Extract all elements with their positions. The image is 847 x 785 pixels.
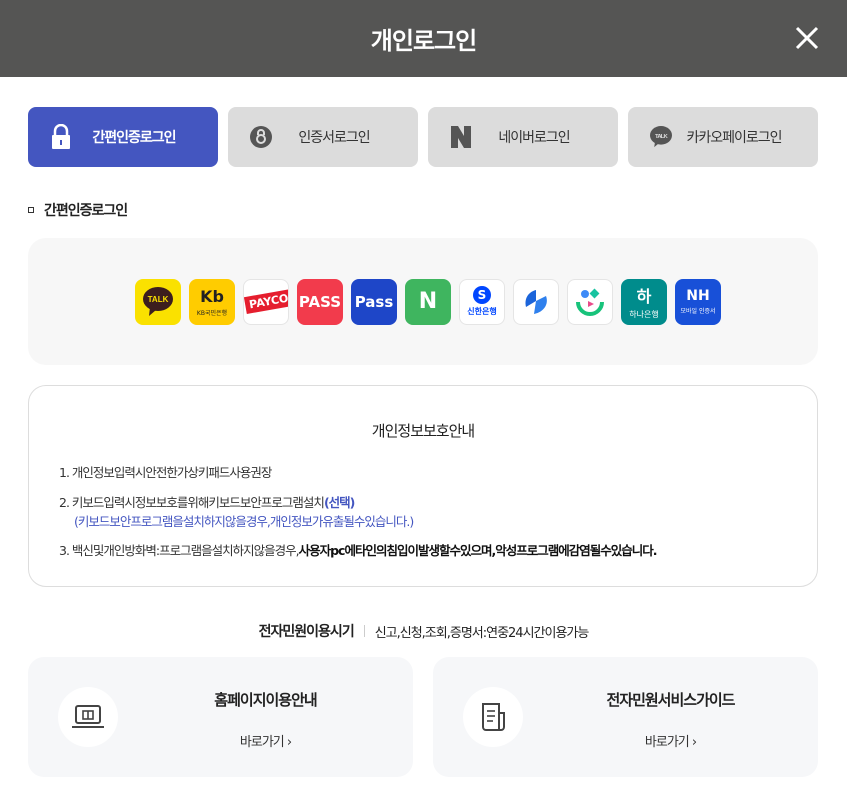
hours-text: 신고,신청,조회,증명서:연중24시간이용가능 [374, 625, 590, 641]
eservice-guide-card[interactable]: 전자민원서비스가이드 바로가기 › [433, 657, 818, 777]
hours-title: 전자민원이용시기 [258, 624, 355, 640]
provider-kb[interactable]: Kb KB국민은행 [189, 278, 235, 325]
provider-banksalad[interactable] [567, 278, 613, 325]
tab-label: 인증서로그인 [298, 130, 370, 146]
nh-logo: NH [686, 288, 710, 304]
provider-list: TALK Kb KB국민은행 PAYCO PASS Pass N S 신한은행 … [28, 238, 818, 365]
tab-label: 카카오페이로그인 [686, 130, 782, 146]
provider-pass-blue[interactable]: Pass [351, 278, 397, 325]
lock-icon [50, 124, 72, 150]
kb-logo: Kb [200, 286, 224, 306]
section-title: 간편인증로그인 [44, 203, 128, 219]
item-subtext: (키보드보안프로그램을설치하지않을경우,개인정보가유출될수있습니다.) [74, 514, 414, 529]
shinhan-logo: S [473, 286, 491, 304]
item-number: 2. [59, 495, 70, 510]
item-number: 1. [59, 465, 70, 480]
privacy-item: 1. 개인정보입력시안전한가상키패드사용권장 [59, 463, 817, 483]
card-title: 전자민원서비스가이드 [606, 691, 735, 709]
item-number: 3. [59, 543, 70, 558]
kakao-talk-icon: TALK [650, 124, 672, 150]
item-text: 개인정보입력시안전한가상키패드사용권장 [71, 465, 273, 480]
banksalad-icon [576, 288, 604, 316]
provider-naver[interactable]: N [405, 278, 451, 325]
homepage-guide-card[interactable]: 홈페이지이용안내 바로가기 › [28, 657, 413, 777]
provider-nh[interactable]: NH 모바일 인증서 [675, 278, 721, 325]
pass-logo: Pass [354, 292, 394, 311]
provider-shinhan[interactable]: S 신한은행 [459, 278, 505, 325]
section-heading: 간편인증로그인 [28, 200, 128, 220]
hana-logo: 하 [636, 287, 652, 306]
provider-hana[interactable]: 하 하나은행 [621, 278, 667, 325]
login-tabs: 간편인증로그인 인증서로그인 네이버로그인 TALK 카카오페이로그인 [28, 107, 818, 167]
provider-payco[interactable]: PAYCO [243, 278, 289, 325]
shinhan-caption: 신한은행 [467, 307, 497, 316]
laptop-icon [58, 687, 118, 747]
hana-caption: 하나은행 [629, 310, 659, 319]
provider-kakao[interactable]: TALK [135, 278, 181, 325]
item-highlight: (선택) [323, 495, 355, 510]
page-title: 개인로그인 [370, 27, 477, 55]
kakao-talk-icon: TALK [143, 286, 173, 316]
kb-caption: KB국민은행 [196, 309, 228, 317]
privacy-item: 3. 백신및개인방화벽:프로그램을설치하지않을경우,사용자pc에타인의침입이발생… [59, 541, 817, 561]
item-text: 백신및개인방화벽:프로그램을설치하지않을경우, [71, 543, 300, 558]
naver-logo: N [418, 289, 438, 314]
divider [363, 625, 365, 637]
tab-label: 네이버로그인 [498, 130, 570, 146]
certificate-icon [250, 124, 272, 150]
item-text: 키보드입력시정보보호를위해키보드보안프로그램설치 [71, 495, 325, 510]
item-bold-text: 사용자pc에타인의침입이발생할수있으며,악성프로그램에감염될수있습니다. [298, 543, 658, 558]
payco-logo: PAYCO [244, 289, 288, 314]
provider-toss[interactable] [513, 278, 559, 325]
privacy-notice: 개인정보보호안내 1. 개인정보입력시안전한가상키패드사용권장 2. 키보드입력… [28, 385, 818, 587]
tab-label: 간편인증로그인 [92, 130, 176, 146]
naver-icon [450, 124, 472, 150]
header: 개인로그인 [0, 0, 847, 77]
privacy-item: 2. 키보드입력시정보보호를위해키보드보안프로그램설치(선택) (키보드보안프로그… [59, 493, 817, 531]
guide-cards: 홈페이지이용안내 바로가기 › 전자민원서비스가이드 바로가기 › [28, 657, 818, 777]
close-icon[interactable] [793, 24, 821, 52]
tab-naver[interactable]: 네이버로그인 [428, 107, 618, 167]
tab-kakaopay[interactable]: TALK 카카오페이로그인 [628, 107, 818, 167]
go-link[interactable]: 바로가기 › [543, 731, 798, 750]
document-icon [463, 687, 523, 747]
pass-logo: PASS [298, 292, 342, 311]
card-title: 홈페이지이용안내 [214, 691, 317, 709]
service-hours: 전자민원이용시기 신고,신청,조회,증명서:연중24시간이용가능 [0, 621, 847, 641]
svg-text:TALK: TALK [655, 134, 669, 140]
go-link[interactable]: 바로가기 › [138, 731, 393, 750]
toss-icon [525, 289, 547, 314]
svg-text:TALK: TALK [148, 295, 169, 304]
tab-simple-auth[interactable]: 간편인증로그인 [28, 107, 218, 167]
bullet-icon [28, 207, 34, 213]
privacy-title: 개인정보보호안내 [371, 422, 475, 440]
tab-certificate[interactable]: 인증서로그인 [228, 107, 418, 167]
nh-caption: 모바일 인증서 [680, 308, 716, 315]
provider-pass-red[interactable]: PASS [297, 278, 343, 325]
